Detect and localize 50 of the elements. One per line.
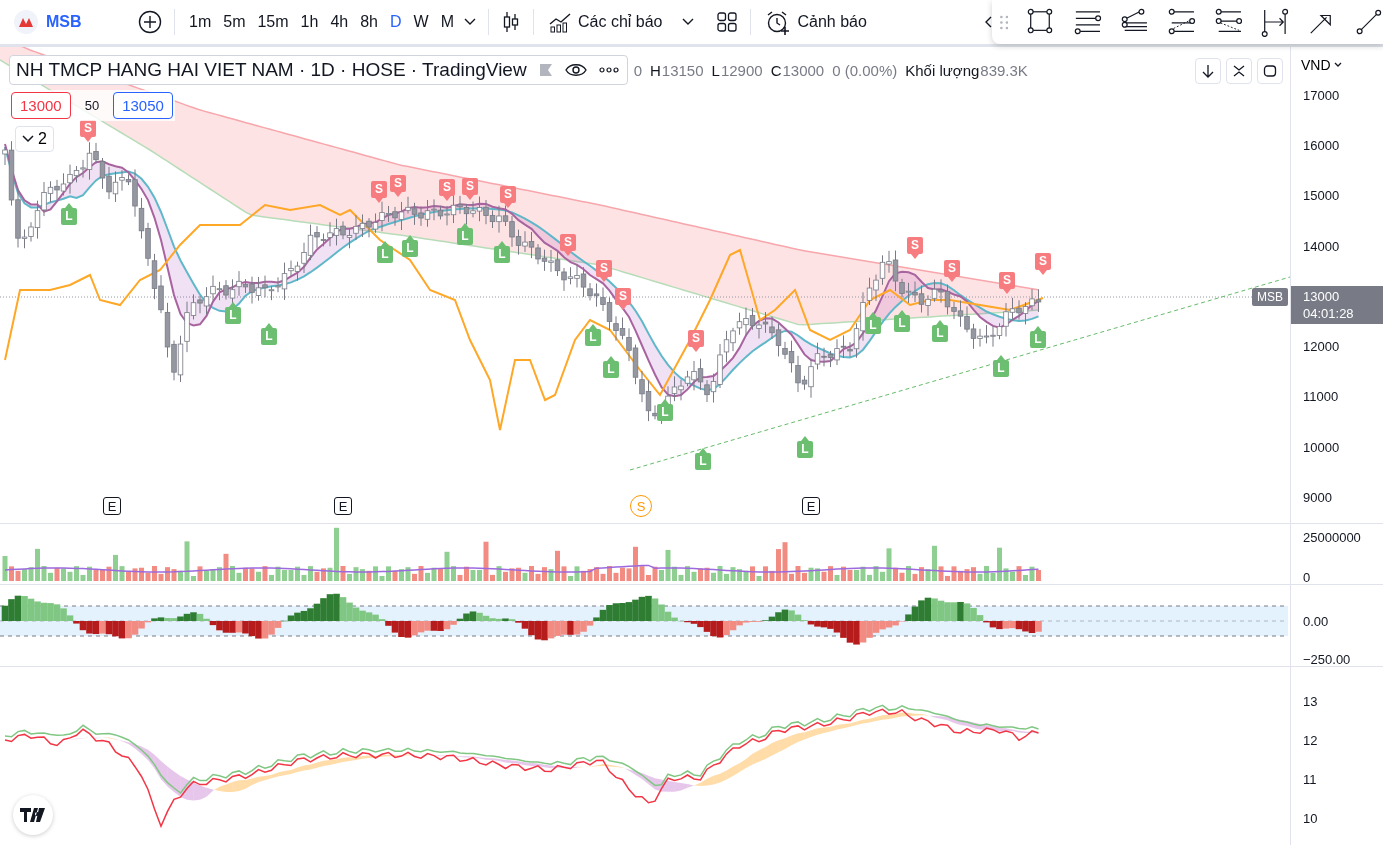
interval-button[interactable]: 1h (294, 9, 325, 35)
interval-button[interactable]: 1m (183, 9, 218, 35)
interval-button[interactable]: 15m (251, 9, 295, 35)
interval-button[interactable]: D (384, 9, 408, 35)
axis-label: 17000 (1303, 87, 1340, 103)
interval-button[interactable]: 4h (324, 9, 355, 35)
axis-label: 13 (1303, 693, 1318, 709)
legend-value: 0 (0.00%) (832, 61, 898, 79)
axis-label: 15000 (1303, 187, 1340, 203)
countdown-timer: 04:01:28 (1303, 306, 1355, 321)
spread-value: 50 (84, 98, 100, 113)
axis-label: 0 (1303, 569, 1311, 585)
legend-label: Khối lượng (905, 61, 980, 79)
legend-value: 839.3K (980, 61, 1028, 79)
currency-selector[interactable]: VND (1301, 57, 1342, 73)
alerts-button[interactable]: Cảnh báo (759, 5, 873, 39)
legend-label: H (650, 61, 661, 79)
axis-label: 11000 (1303, 388, 1339, 404)
earnings-event-marker[interactable]: E (802, 497, 820, 515)
interval-button[interactable]: M (434, 9, 460, 35)
axis-label: 0.00 (1303, 613, 1329, 629)
chart-title: NH TMCP HANG HAI VIET NAM · 1D · HOSE · TradingView (16, 59, 527, 81)
legend-value: 13150 (661, 61, 704, 79)
earnings-event-marker[interactable]: E (334, 497, 352, 515)
axis-label: −250.00 (1303, 651, 1351, 667)
axis-label: 25000000 (1303, 529, 1361, 545)
legend-value: 0 (633, 61, 642, 79)
axis-label: 12 (1303, 732, 1318, 748)
symbol-name[interactable]: MSB (46, 13, 82, 31)
axis-label: 12000 (1303, 338, 1340, 354)
interval-button[interactable]: 8h (354, 9, 384, 35)
legend-value: 13000 (782, 61, 825, 79)
legend-label: L (711, 61, 720, 79)
indicators-button[interactable]: Các chỉ báo (542, 6, 669, 38)
earnings-event-marker[interactable]: E (103, 497, 121, 515)
sell-price-button[interactable]: 13000 (11, 92, 71, 119)
axis-label: 10000 (1303, 439, 1340, 455)
last-price-tag: MSB (1252, 288, 1288, 306)
axis-label: 16000 (1303, 137, 1340, 153)
legend-label: C (770, 61, 782, 79)
last-price-value: 13000 (1303, 289, 1341, 304)
interval-button[interactable]: 5m (217, 9, 252, 35)
axis-label: 11 (1303, 771, 1317, 787)
buy-price-button[interactable]: 13050 (113, 92, 173, 119)
legend-value: 12900 (720, 61, 763, 79)
axis-label: 9000 (1303, 489, 1332, 505)
collapse-indicators-button[interactable]: 2 (15, 126, 54, 152)
axis-label: 10 (1303, 810, 1318, 826)
interval-button[interactable]: W (407, 9, 435, 35)
axis-label: 14000 (1303, 238, 1340, 254)
